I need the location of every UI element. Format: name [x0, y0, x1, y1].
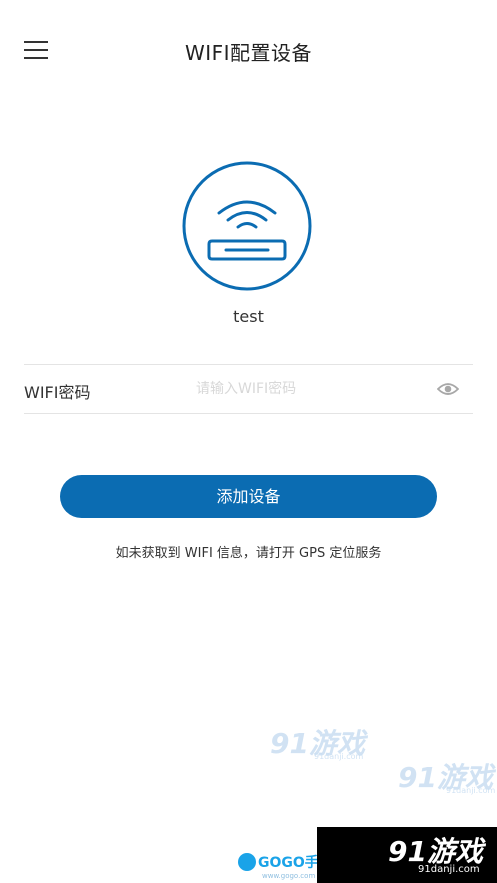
divider — [24, 364, 473, 365]
header-bar: WIFI配置设备 — [0, 0, 497, 100]
divider — [24, 413, 473, 414]
eye-icon[interactable] — [436, 380, 460, 398]
wifi-router-icon — [182, 161, 312, 291]
watermark-url: 91danji.com — [418, 864, 480, 875]
wifi-password-label: WIFI密码 — [24, 383, 91, 402]
page-title: WIFI配置设备 — [184, 41, 313, 65]
gps-hint-text: 如未获取到 WIFI 信息，请打开 GPS 定位服务 — [115, 546, 382, 561]
add-device-button[interactable]: 添加设备 — [60, 475, 437, 518]
gogo-logo-icon — [238, 853, 256, 871]
watermark-url: 91danji.com — [446, 786, 496, 795]
device-name: test — [233, 307, 264, 326]
wifi-password-input[interactable] — [196, 372, 426, 406]
watermark-url: 91danji.com — [314, 752, 364, 761]
watermark-url: www.gogo.com — [262, 872, 316, 880]
